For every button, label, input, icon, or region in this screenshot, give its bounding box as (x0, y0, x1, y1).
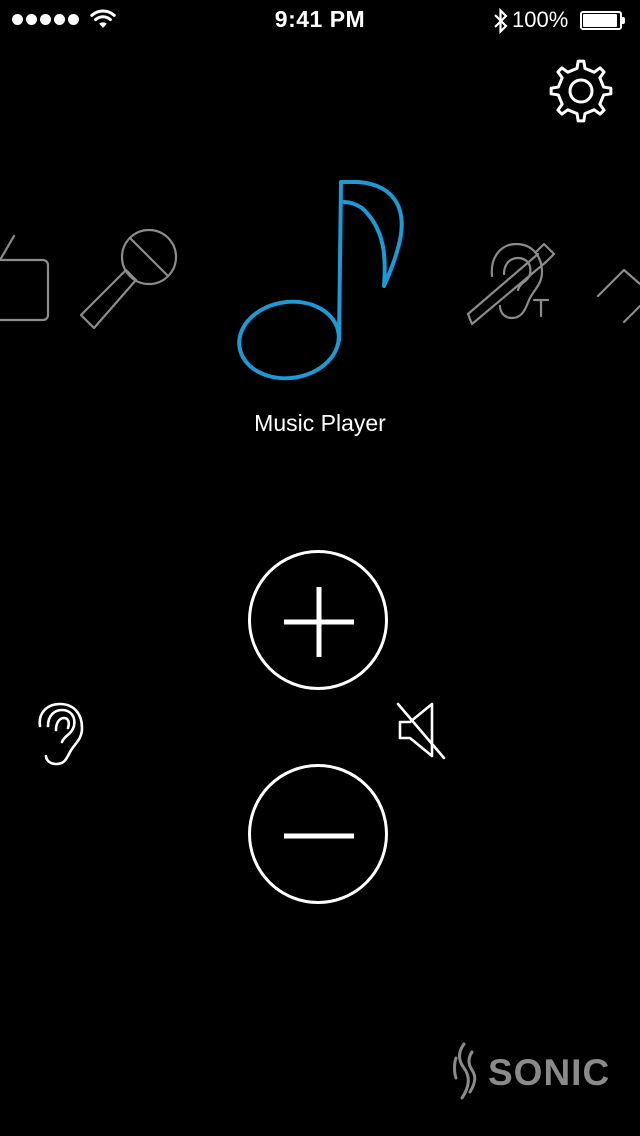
status-bar: 9:41 PM 100% (0, 0, 640, 40)
sound-waves-icon (453, 1042, 477, 1100)
minus-icon (284, 833, 354, 839)
battery-icon (580, 11, 625, 30)
brand-logo: SONIC (450, 1040, 620, 1106)
speaker-mute-icon (396, 702, 446, 760)
program-carousel[interactable] (0, 170, 640, 400)
gear-icon (549, 59, 613, 123)
battery-percentage: 100% (512, 7, 569, 32)
plus-icon (284, 587, 354, 657)
telecoil-ear-icon[interactable] (462, 232, 566, 330)
volume-up-button[interactable] (248, 550, 388, 690)
app-screen: 9:41 PM 100% Music Player SONIC (0, 0, 640, 1136)
brand-name: SONIC (488, 1052, 611, 1093)
tv-icon[interactable] (0, 230, 54, 326)
mute-button[interactable] (392, 700, 450, 762)
microphone-icon[interactable] (76, 226, 184, 334)
active-program-label: Music Player (254, 410, 386, 436)
hearing-mode-button[interactable] (34, 700, 86, 768)
bluetooth-icon (494, 8, 508, 34)
music-note-icon[interactable] (236, 178, 408, 384)
ear-icon (38, 702, 84, 766)
partial-icon[interactable] (594, 260, 640, 324)
settings-button[interactable] (546, 56, 616, 126)
volume-down-button[interactable] (248, 764, 388, 904)
